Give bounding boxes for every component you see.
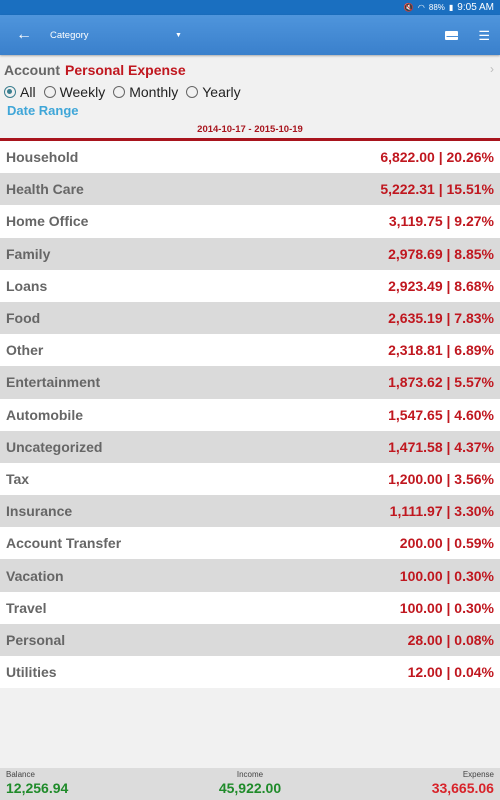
category-row[interactable]: Entertainment 1,873.62 | 5.57% — [0, 366, 500, 399]
category-name: Entertainment — [6, 374, 101, 391]
radio-yearly[interactable]: Yearly — [186, 84, 241, 100]
clock: 9:05 AM — [457, 2, 494, 13]
category-amount: 1,200.00 | 3.56% — [388, 470, 494, 487]
category-amount: 100.00 | 0.30% — [399, 599, 494, 616]
expense-value: 33,665.06 — [431, 780, 494, 796]
income-label: Income — [236, 770, 264, 779]
mail-icon[interactable] — [445, 30, 460, 40]
category-row[interactable]: Uncategorized 1,471.58 | 4.37% — [0, 430, 500, 463]
category-name: Automobile — [6, 406, 83, 423]
filter-header: Account Personal Expense › All Weekly Mo… — [0, 55, 500, 138]
chevron-right-icon[interactable]: › — [490, 62, 494, 76]
category-row[interactable]: Health Care 5,222.31 | 15.51% — [0, 173, 500, 206]
category-amount: 12.00 | 0.04% — [407, 664, 494, 681]
category-list: Household 6,822.00 | 20.26% Health Care 5,2… — [0, 141, 500, 689]
category-row[interactable]: Insurance 1,111.97 | 3.30% — [0, 495, 500, 528]
category-amount: 5,222.31 | 15.51% — [380, 181, 494, 198]
radio-circle-icon — [4, 86, 16, 98]
account-selector[interactable]: Account Personal Expense — [4, 62, 496, 78]
app-bar: ← Category ▼ ☰ — [0, 15, 500, 55]
back-arrow-icon[interactable]: ← — [16, 26, 36, 44]
category-amount: 1,111.97 | 3.30% — [389, 503, 494, 520]
radio-circle-icon — [43, 86, 56, 98]
category-row[interactable]: Family 2,978.69 | 8.85% — [0, 237, 500, 270]
category-amount: 2,318.81 | 6.89% — [388, 342, 494, 359]
category-name: Household — [6, 149, 79, 166]
category-amount: 2,923.49 | 8.68% — [388, 277, 494, 294]
mute-vibrate-icon: 🔇 — [403, 3, 414, 12]
income-value: 45,922.00 — [218, 780, 282, 796]
category-row[interactable]: Travel 100.00 | 0.30% — [0, 592, 500, 624]
balance-label: Balance — [6, 770, 35, 779]
category-name: Vacation — [6, 567, 64, 584]
category-row[interactable]: Automobile 1,547.65 | 4.60% — [0, 399, 500, 431]
date-span: 2014-10-17 - 2015-10-19 — [197, 124, 303, 135]
list-icon[interactable]: ☰ — [478, 29, 490, 42]
radio-weekly[interactable]: Weekly — [43, 84, 105, 100]
category-name: Home Office — [6, 213, 89, 230]
category-name: Utilities — [6, 664, 57, 681]
battery-icon: ▮ — [448, 3, 454, 12]
balance-value: 12,256.94 — [6, 780, 69, 796]
radio-circle-icon — [113, 86, 126, 98]
category-name: Health Care — [6, 181, 84, 198]
category-amount: 1,547.65 | 4.60% — [388, 406, 494, 423]
category-amount: 1,471.58 | 4.37% — [388, 438, 494, 455]
category-name: Travel — [6, 599, 47, 616]
category-name: Tax — [6, 470, 30, 487]
category-amount: 2,635.19 | 7.83% — [388, 310, 494, 327]
period-radio-group: All Weekly Monthly Yearly — [4, 84, 496, 100]
category-name: Loans — [6, 277, 48, 294]
caret-down-icon[interactable]: ▼ — [175, 32, 182, 39]
status-bar: 🔇 ◠ 88% ▮ 9:05 AM — [0, 0, 500, 15]
category-name: Uncategorized — [6, 438, 103, 455]
category-selector[interactable]: Category — [50, 30, 175, 41]
category-name: Account Transfer — [6, 535, 122, 552]
category-row[interactable]: Other 2,318.81 | 6.89% — [0, 334, 500, 366]
category-amount: 6,822.00 | 20.26% — [380, 149, 494, 166]
account-name: Personal Expense — [65, 62, 186, 78]
category-amount: 2,978.69 | 8.85% — [388, 245, 494, 262]
category-row[interactable]: Food 2,635.19 | 7.83% — [0, 301, 500, 335]
category-amount: 3,119.75 | 9.27% — [388, 213, 494, 230]
category-amount: 1,873.62 | 5.57% — [388, 374, 494, 391]
category-name: Family — [6, 245, 51, 262]
category-name: Food — [6, 310, 41, 327]
category-row[interactable]: Personal 28.00 | 0.08% — [0, 623, 500, 656]
category-name: Insurance — [6, 503, 73, 520]
date-range-link[interactable]: Date Range — [7, 103, 496, 118]
category-amount: 28.00 | 0.08% — [407, 631, 494, 648]
summary-footer: Balance 12,256.94 Income 45,922.00 Expen… — [0, 768, 500, 800]
category-row[interactable]: Loans 2,923.49 | 8.68% — [0, 270, 500, 302]
battery-percent: 88% — [428, 3, 445, 12]
expense-label: Expense — [462, 770, 494, 779]
category-name: Personal — [6, 631, 66, 648]
radio-all[interactable]: All — [4, 84, 36, 100]
category-row[interactable]: Account Transfer 200.00 | 0.59% — [0, 527, 500, 559]
wifi-icon: ◠ — [417, 3, 425, 12]
category-amount: 100.00 | 0.30% — [399, 567, 494, 584]
account-label: Account — [4, 62, 60, 78]
category-row[interactable]: Household 6,822.00 | 20.26% — [0, 141, 500, 173]
category-name: Other — [6, 342, 44, 359]
category-row[interactable]: Utilities 12.00 | 0.04% — [0, 656, 500, 688]
radio-monthly[interactable]: Monthly — [113, 84, 178, 100]
category-row[interactable]: Vacation 100.00 | 0.30% — [0, 559, 500, 592]
category-amount: 200.00 | 0.59% — [399, 535, 494, 552]
radio-circle-icon — [186, 86, 199, 98]
category-row[interactable]: Tax 1,200.00 | 3.56% — [0, 463, 500, 495]
category-row[interactable]: Home Office 3,119.75 | 9.27% — [0, 205, 500, 237]
